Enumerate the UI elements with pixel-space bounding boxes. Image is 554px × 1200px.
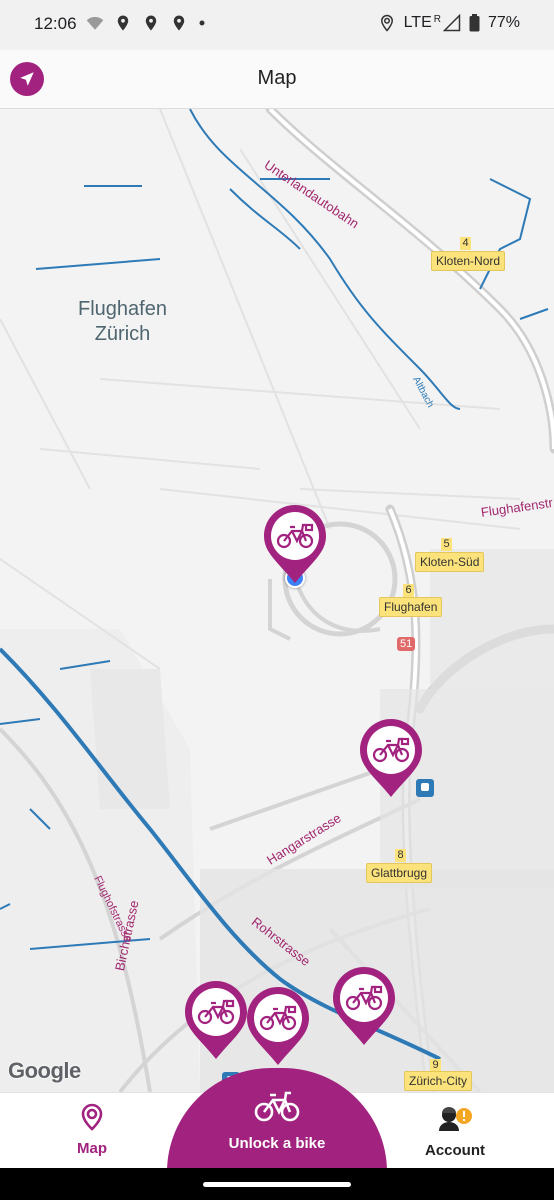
- bike-icon: [333, 967, 395, 1045]
- notification-icons: [86, 14, 206, 32]
- exit-number: 6: [403, 584, 414, 597]
- exit-number: 4: [460, 237, 471, 250]
- home-indicator[interactable]: [203, 1182, 351, 1187]
- map-pin-icon: [81, 1103, 103, 1131]
- station-label-glattbrugg[interactable]: Glattbrugg: [366, 863, 433, 883]
- unlock-bike-button[interactable]: Unlock a bike: [167, 1068, 387, 1172]
- bike-station-pin[interactable]: [331, 965, 397, 1047]
- bike-station-pin[interactable]: [183, 979, 249, 1061]
- wifi-off-icon: [86, 17, 104, 30]
- location-pin-icon: [145, 15, 157, 31]
- location-outline-icon: [380, 14, 393, 32]
- status-time: 12:06: [34, 14, 77, 33]
- bike-icon: [185, 981, 247, 1059]
- account-helmet-icon: [439, 1107, 472, 1131]
- station-label-zurich-city[interactable]: Zürich-City: [404, 1071, 473, 1091]
- app-bar: Map: [0, 50, 554, 109]
- bike-icon: [247, 987, 309, 1065]
- bike-icon: [264, 505, 326, 583]
- more-notifications-dot-icon: [199, 20, 205, 26]
- route-shield: 51: [397, 637, 416, 651]
- nav-tab-map[interactable]: Map: [56, 1103, 128, 1157]
- google-logo: Google: [8, 1058, 81, 1083]
- station-label-flughafen[interactable]: Flughafen: [379, 597, 443, 617]
- roaming-indicator: R: [433, 13, 441, 25]
- battery-percentage: 77%: [487, 14, 520, 31]
- location-pin-icon: [173, 15, 185, 31]
- nav-tab-account[interactable]: Account: [400, 1103, 510, 1159]
- location-pin-icon: [117, 15, 129, 31]
- station-label-kloten-sud[interactable]: Kloten-Süd: [415, 552, 485, 572]
- bike-station-pin[interactable]: [358, 717, 424, 799]
- exit-number: 8: [395, 849, 406, 862]
- gesture-navigation-bar: [0, 1168, 554, 1200]
- bike-station-pin[interactable]: [245, 985, 311, 1067]
- page-title: Map: [257, 67, 297, 89]
- system-status: LTE R 77%: [378, 14, 520, 32]
- signal-icon: [442, 14, 461, 32]
- unlock-bike-label: Unlock a bike: [228, 1135, 326, 1152]
- bike-icon: [360, 719, 422, 797]
- status-bar: 12:06 LTE R 77%: [0, 0, 554, 50]
- battery-icon: [469, 14, 480, 32]
- exit-number: 5: [441, 538, 452, 551]
- network-type: LTE: [403, 14, 432, 31]
- map-view[interactable]: Flughafen Zürich Unterlandautobahn Altba…: [0, 109, 554, 1092]
- area-label-flughafen-zurich: Flughafen Zürich: [78, 298, 167, 345]
- station-label-kloten-nord[interactable]: Kloten-Nord: [431, 251, 506, 271]
- bike-icon: [254, 1091, 300, 1122]
- bike-station-pin[interactable]: [262, 503, 328, 585]
- nav-tab-label: Map: [77, 1140, 107, 1157]
- nav-tab-label: Account: [425, 1142, 485, 1159]
